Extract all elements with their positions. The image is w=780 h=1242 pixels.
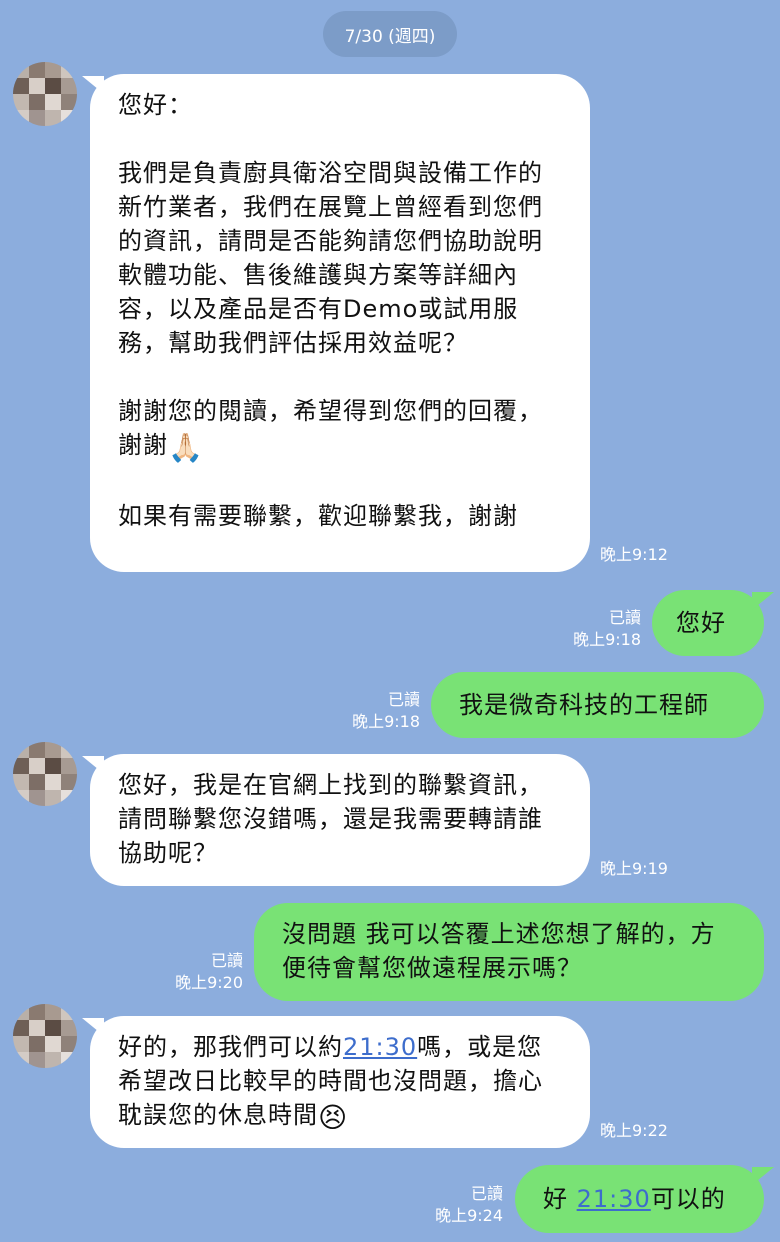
message-text: 您好： 我們是負責廚具衛浴空間與設備工作的新竹業者，我們在展覽上曾經看到您們的資… xyxy=(118,91,543,459)
incoming-message[interactable]: 您好，我是在官網上找到的聯繫資訊，請問聯繫您沒錯嗎，還是我需要轉請誰協助呢？ xyxy=(90,754,590,886)
message-time: 晚上9:18 xyxy=(352,712,420,731)
outgoing-message[interactable]: 我是微奇科技的工程師 xyxy=(431,672,764,738)
bubble-tail xyxy=(752,1167,774,1185)
contact-avatar[interactable] xyxy=(13,742,77,806)
message-text: 您好 xyxy=(676,609,726,637)
message-text: 我是微奇科技的工程師 xyxy=(459,691,709,719)
message-text: 可以的 xyxy=(650,1185,726,1213)
message-time: 晚上9:19 xyxy=(600,859,668,878)
praying-hands-emoji: 🙏🏻 xyxy=(168,431,204,464)
contact-avatar[interactable] xyxy=(13,62,77,126)
contact-avatar[interactable] xyxy=(13,1004,77,1068)
time-link[interactable]: 21:30 xyxy=(343,1033,417,1061)
message-time: 晚上9:18 xyxy=(573,630,641,649)
message-text: 好的，那我們可以約 xyxy=(118,1033,343,1061)
incoming-message[interactable]: 好的，那我們可以約21:30嗎，或是您希望改日比較早的時間也沒問題，擔心耽誤您的… xyxy=(90,1016,590,1148)
outgoing-message[interactable]: 沒問題 我可以答覆上述您想了解的，方便待會幫您做遠程展示嗎？ xyxy=(254,903,764,1001)
read-receipt: 已讀 xyxy=(387,690,420,709)
time-link[interactable]: 21:30 xyxy=(577,1185,651,1213)
persevering-face-emoji: 😣 xyxy=(318,1101,349,1134)
bubble-tail xyxy=(752,592,774,610)
message-time: 晚上9:12 xyxy=(600,545,668,564)
message-text: 您好，我是在官網上找到的聯繫資訊，請問聯繫您沒錯嗎，還是我需要轉請誰協助呢？ xyxy=(118,771,543,867)
incoming-message[interactable]: 您好： 我們是負責廚具衛浴空間與設備工作的新竹業者，我們在展覽上曾經看到您們的資… xyxy=(90,74,590,572)
message-time: 晚上9:22 xyxy=(600,1121,668,1140)
message-text: 好 xyxy=(543,1185,577,1213)
message-time: 晚上9:20 xyxy=(175,973,243,992)
date-separator: 7/30 (週四) xyxy=(323,11,457,57)
read-receipt: 已讀 xyxy=(470,1184,503,1203)
read-receipt: 已讀 xyxy=(608,608,641,627)
read-receipt: 已讀 xyxy=(210,951,243,970)
message-text: 如果有需要聯繫，歡迎聯繫我，謝謝 xyxy=(118,502,518,530)
outgoing-message[interactable]: 好 21:30可以的 xyxy=(515,1165,764,1233)
message-time: 晚上9:24 xyxy=(435,1206,503,1225)
message-text: 沒問題 我可以答覆上述您想了解的，方便待會幫您做遠程展示嗎？ xyxy=(282,920,716,982)
outgoing-message[interactable]: 您好 xyxy=(652,590,764,656)
